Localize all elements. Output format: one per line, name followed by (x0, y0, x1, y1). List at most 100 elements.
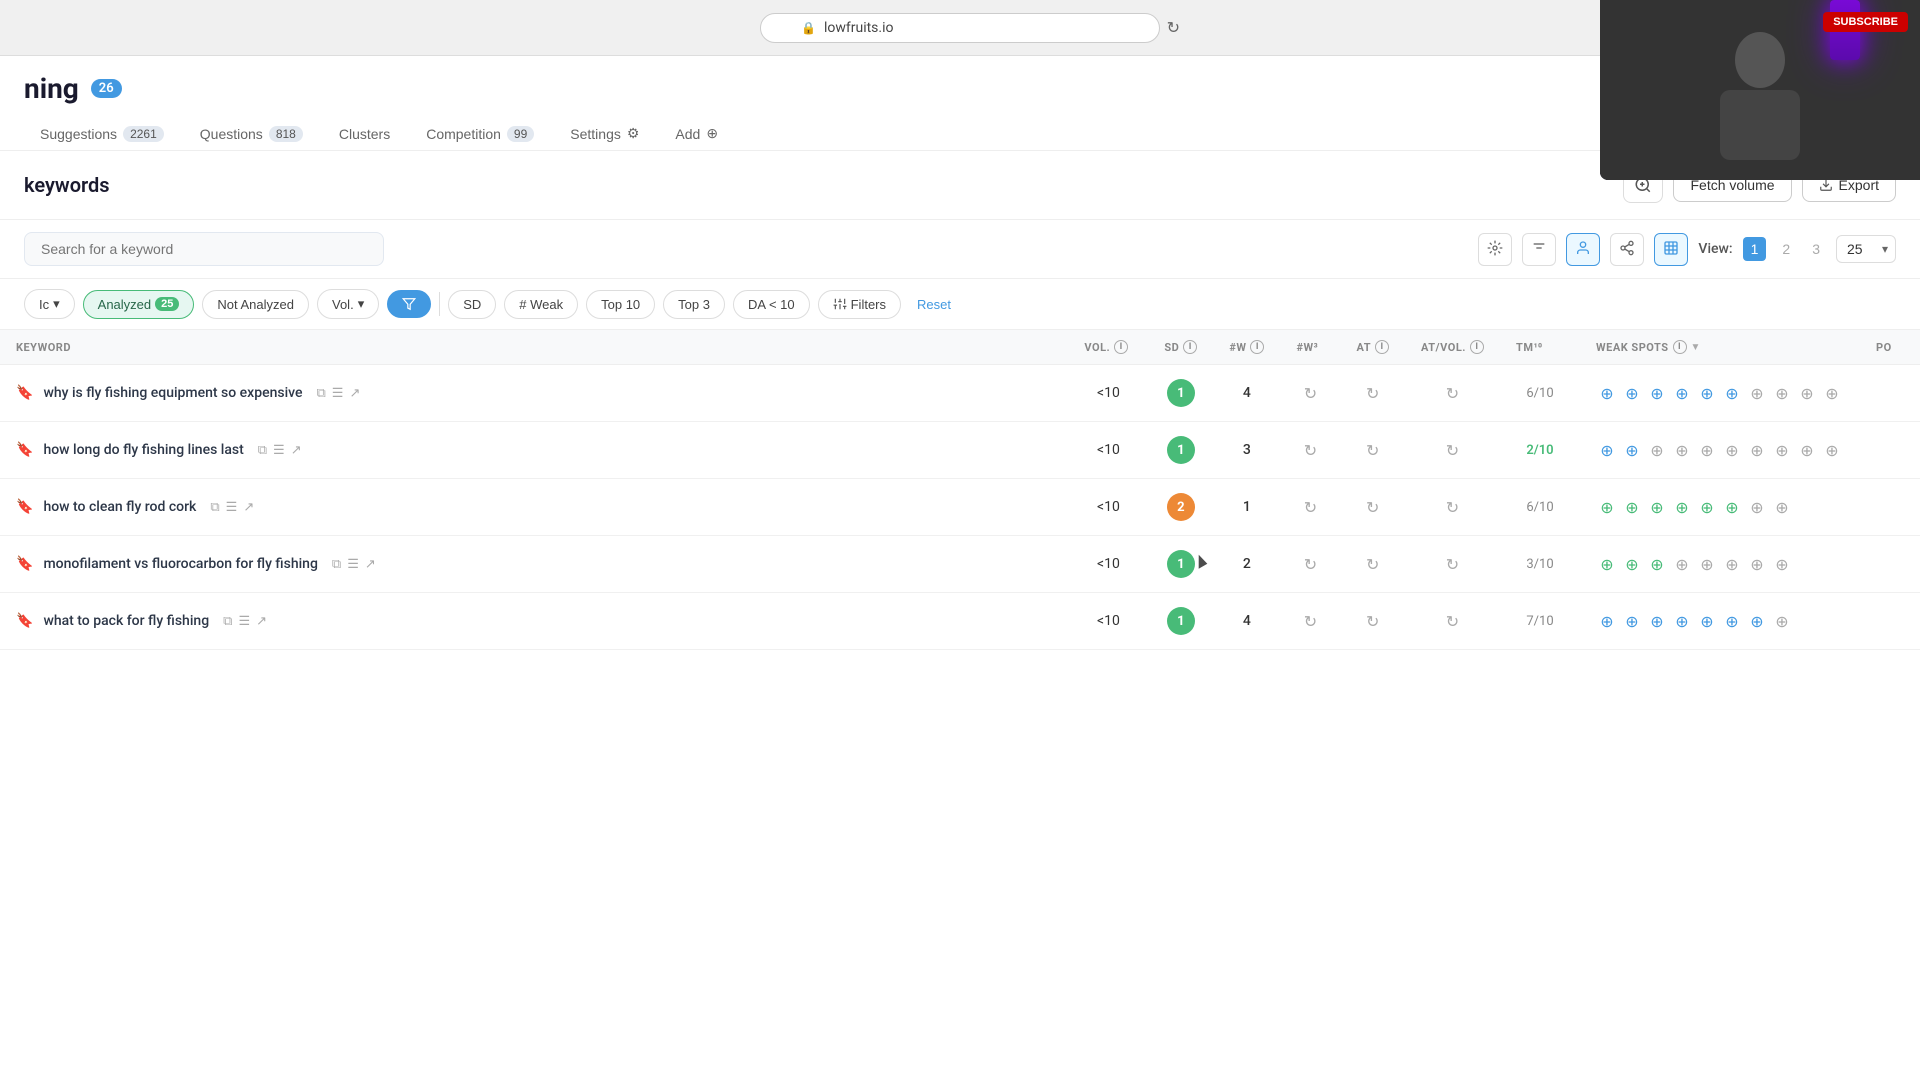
view-1-button[interactable]: 1 (1743, 237, 1767, 261)
w3-refresh-4[interactable]: ↻ (1304, 555, 1317, 574)
at-refresh-4[interactable]: ↻ (1366, 555, 1379, 574)
col-header-keyword[interactable]: KEYWORD (0, 330, 1068, 365)
atvol-refresh-3[interactable]: ↻ (1446, 498, 1459, 517)
weak-spots-4: ⊕ ⊕ ⊕ ⊕ ⊕ ⊕ ⊕ ⊕ (1596, 553, 1844, 575)
weak-cell-2: ⊕ ⊕ ⊕ ⊕ ⊕ ⊕ ⊕ ⊕ ⊕ ⊕ (1580, 422, 1860, 479)
bookmark-icon-4[interactable]: 🔖 (16, 556, 33, 572)
external-link-icon-3[interactable]: ↗ (243, 500, 254, 515)
weak-cell-3: ⊕ ⊕ ⊕ ⊕ ⊕ ⊕ ⊕ ⊕ (1580, 479, 1860, 536)
filter-active-button[interactable] (387, 290, 431, 318)
filter-weak[interactable]: # Weak (504, 290, 578, 319)
analyzed-label: Analyzed (98, 297, 151, 312)
share-icon-button[interactable] (1610, 233, 1644, 266)
list-icon-3[interactable]: ☰ (226, 500, 238, 515)
w3-refresh-5[interactable]: ↻ (1304, 612, 1317, 631)
col-header-po[interactable]: PO (1860, 330, 1920, 365)
ws-icon-1-3: ⊕ (1646, 382, 1668, 404)
copy-icon-4[interactable]: ⧉ (332, 557, 341, 572)
keyword-text-5: what to pack for fly fishing (43, 613, 209, 629)
tab-questions[interactable]: Questions 818 (184, 118, 319, 150)
ws-icon-3-1: ⊕ (1596, 496, 1618, 518)
tm-cell-3: 6/10 (1500, 479, 1580, 536)
person-icon-button[interactable] (1566, 233, 1600, 266)
w3-refresh-1[interactable]: ↻ (1304, 384, 1317, 403)
keyword-cell-2: 🔖 how long do fly fishing lines last ⧉ ☰… (0, 422, 1068, 479)
filter-sd[interactable]: SD (448, 290, 496, 319)
col-header-w3[interactable]: #W³ (1280, 330, 1340, 365)
filter-not-analyzed[interactable]: Not Analyzed (202, 290, 309, 319)
ws-icon-1-8: ⊕ (1771, 382, 1793, 404)
url-text: lowfruits.io (824, 20, 894, 36)
refresh-button[interactable]: ↻ (1167, 18, 1180, 38)
col-header-at[interactable]: AT i (1340, 330, 1405, 365)
view-3-button[interactable]: 3 (1806, 237, 1826, 261)
external-link-icon-1[interactable]: ↗ (349, 386, 360, 401)
tab-suggestions[interactable]: Suggestions 2261 (24, 118, 180, 150)
view-2-button[interactable]: 2 (1776, 237, 1796, 261)
copy-icon-1[interactable]: ⧉ (317, 386, 326, 401)
w3-cell-4: ↻ (1280, 536, 1340, 593)
search-input[interactable] (24, 232, 384, 266)
list-icon-1[interactable]: ☰ (332, 386, 344, 401)
ws-icon-2-7: ⊕ (1746, 439, 1768, 461)
at-refresh-2[interactable]: ↻ (1366, 441, 1379, 460)
filter-top10[interactable]: Top 10 (586, 290, 655, 319)
location-icon-button[interactable] (1478, 233, 1512, 266)
copy-icon-2[interactable]: ⧉ (258, 443, 267, 458)
list-icon-5[interactable]: ☰ (238, 614, 250, 629)
tab-clusters[interactable]: Clusters (323, 118, 406, 150)
w3-cell-1: ↻ (1280, 365, 1340, 422)
copy-icon-3[interactable]: ⧉ (210, 500, 219, 515)
col-header-sd[interactable]: SD i (1148, 330, 1213, 365)
at-refresh-3[interactable]: ↻ (1366, 498, 1379, 517)
address-bar[interactable]: 🔒 lowfruits.io (760, 13, 1160, 43)
atvol-refresh-4[interactable]: ↻ (1446, 555, 1459, 574)
at-info-icon: i (1375, 340, 1389, 354)
tab-settings[interactable]: Settings ⚙ (554, 117, 655, 150)
col-header-vol[interactable]: VOL. i (1068, 330, 1148, 365)
table-view-button[interactable] (1654, 233, 1688, 266)
list-icon-2[interactable]: ☰ (273, 443, 285, 458)
filter-da[interactable]: DA < 10 (733, 290, 810, 319)
bookmark-icon-1[interactable]: 🔖 (16, 385, 33, 401)
atvol-refresh-2[interactable]: ↻ (1446, 441, 1459, 460)
atvol-refresh-1[interactable]: ↻ (1446, 384, 1459, 403)
external-link-icon-4[interactable]: ↗ (365, 557, 376, 572)
reset-button[interactable]: Reset (909, 291, 959, 318)
atvol-refresh-5[interactable]: ↻ (1446, 612, 1459, 631)
weak-info-icon: i (1673, 340, 1687, 354)
webcam-content: SUBSCRIBE (1600, 0, 1920, 180)
external-link-icon-5[interactable]: ↗ (256, 614, 267, 629)
reset-label: Reset (917, 297, 951, 312)
bookmark-icon-2[interactable]: 🔖 (16, 442, 33, 458)
ws-icon-5-7: ⊕ (1746, 610, 1768, 632)
copy-icon-5[interactable]: ⧉ (223, 614, 232, 629)
filter-filters[interactable]: Filters (818, 290, 901, 319)
external-link-icon-2[interactable]: ↗ (291, 443, 302, 458)
per-page-select[interactable]: 25 50 100 (1836, 235, 1896, 263)
table-row: 🔖 monofilament vs fluorocarbon for fly f… (0, 536, 1920, 593)
at-refresh-5[interactable]: ↻ (1366, 612, 1379, 631)
col-header-atvol[interactable]: AT/VOL. i (1405, 330, 1500, 365)
filter-top3[interactable]: Top 3 (663, 290, 725, 319)
tab-add[interactable]: Add ⊕ (659, 117, 734, 150)
weak-label: # Weak (519, 297, 563, 312)
sd-cell-3: 2 (1148, 479, 1213, 536)
filter-analyzed[interactable]: Analyzed 25 (83, 290, 195, 319)
sort-icon-button[interactable] (1522, 233, 1556, 266)
col-header-tm[interactable]: TM¹⁰ (1500, 330, 1580, 365)
bookmark-icon-5[interactable]: 🔖 (16, 613, 33, 629)
col-header-weak[interactable]: WEAK SPOTS i ▼ (1580, 330, 1860, 365)
bookmark-icon-3[interactable]: 🔖 (16, 499, 33, 515)
w3-refresh-3[interactable]: ↻ (1304, 498, 1317, 517)
tab-competition[interactable]: Competition 99 (410, 118, 550, 150)
w3-refresh-2[interactable]: ↻ (1304, 441, 1317, 460)
vol-value-5: <10 (1097, 613, 1120, 629)
subscribe-button[interactable]: SUBSCRIBE (1823, 12, 1908, 32)
filter-ic[interactable]: Ic ▾ (24, 289, 75, 319)
filter-vol[interactable]: Vol. ▾ (317, 289, 379, 319)
filter-icon (402, 297, 416, 311)
list-icon-4[interactable]: ☰ (347, 557, 359, 572)
at-refresh-1[interactable]: ↻ (1366, 384, 1379, 403)
col-header-w[interactable]: #W i (1213, 330, 1280, 365)
